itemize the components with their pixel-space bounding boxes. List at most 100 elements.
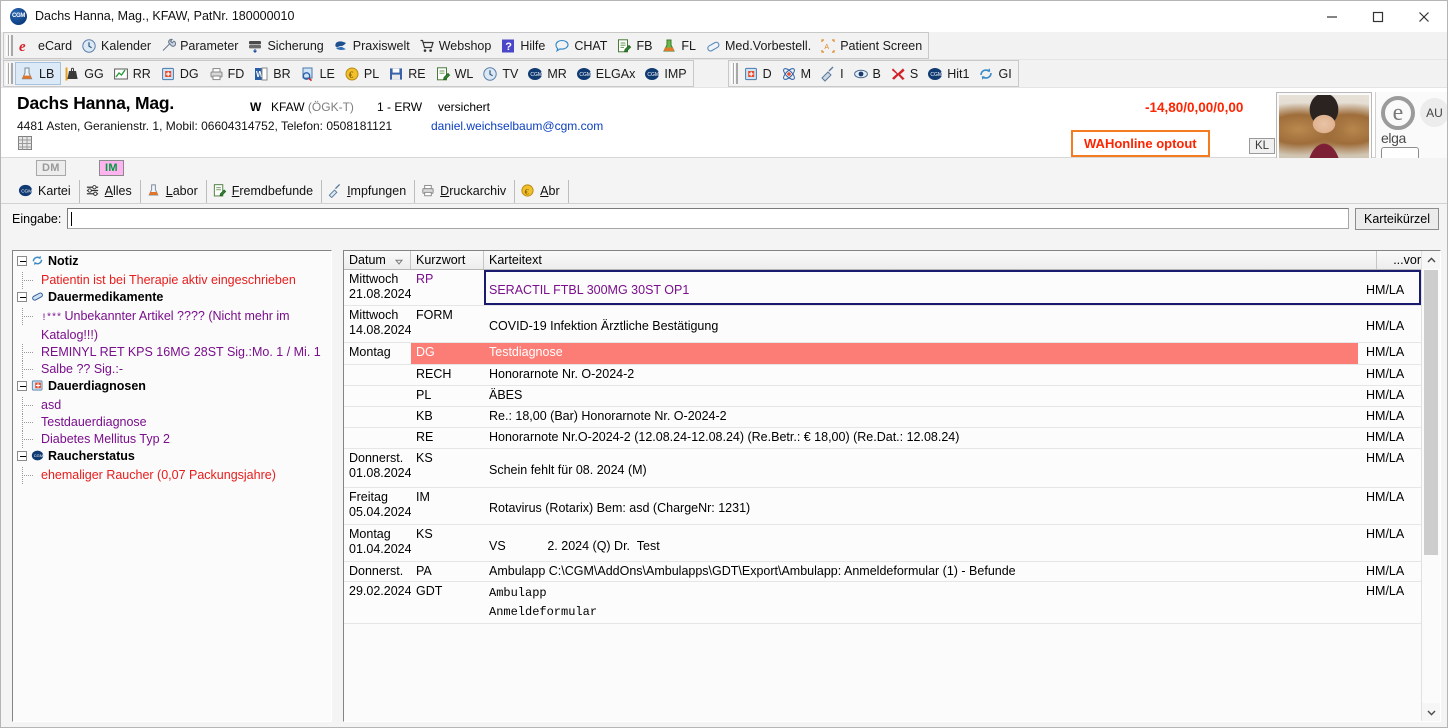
toolbar-item-tv[interactable]: TV — [479, 62, 524, 85]
tree-node-notiz[interactable]: Notiz — [16, 253, 329, 272]
toolbar-item-hit1[interactable]: CGM Hit1 — [924, 62, 975, 85]
toolbar-item-lb[interactable]: LB — [15, 62, 62, 85]
tab-labor[interactable]: Labor — [141, 179, 207, 203]
table-row[interactable]: Montag 01.04.2024 KS VS 2. 2024 (Q) Dr. … — [344, 525, 1421, 562]
tree-node-dauerdiagnosen[interactable]: Dauerdiagnosen — [16, 378, 329, 397]
toolbar-item-chat[interactable]: CHAT — [551, 34, 613, 57]
toolbar-item-m[interactable]: M — [778, 62, 817, 85]
tree-node-raucherstatus[interactable]: CGM Raucherstatus — [16, 448, 329, 467]
tree-leaf-med-1[interactable]: REMINYL RET KPS 16MG 28ST Sig.:Mo. 1 / M… — [16, 344, 329, 361]
tree-leaf-diag-2[interactable]: Diabetes Mellitus Typ 2 — [16, 431, 329, 448]
cell-von: HM/LA — [1366, 564, 1405, 578]
grid-header-kurzwort[interactable]: Kurzwort — [411, 251, 484, 269]
karteikuerzel-button[interactable]: Karteikürzel — [1355, 207, 1439, 230]
toolbar-item-i[interactable]: I — [817, 62, 849, 85]
table-row[interactable]: Donnerst. PA Ambulapp C:\CGM\AddOns\Ambu… — [344, 562, 1421, 582]
collapse-toggle-icon[interactable] — [17, 256, 27, 266]
toolbar-item-sicherung[interactable]: Sicherung — [244, 34, 329, 57]
tree-leaf-diag-0[interactable]: asd — [16, 397, 329, 414]
tree-leaf-notiz-0[interactable]: Patientin ist bei Therapie aktiv eingesc… — [16, 272, 329, 289]
toolbar-item-hilfe[interactable]: ? Hilfe — [497, 34, 551, 57]
scroll-down-icon[interactable] — [1422, 703, 1440, 721]
tab-label: Impfungen — [347, 184, 407, 198]
toolbar-item-webshop[interactable]: Webshop — [416, 34, 498, 57]
collapse-toggle-icon[interactable] — [17, 451, 27, 461]
tab-abr[interactable]: € Abr — [515, 179, 569, 203]
toolbar-item-fd[interactable]: FD — [205, 62, 251, 85]
table-grid-icon[interactable] — [18, 136, 32, 153]
toolbar-item-br[interactable]: W BR — [250, 62, 296, 85]
patient-summary-tree[interactable]: Notiz Patientin ist bei Therapie aktiv e… — [12, 250, 332, 722]
tree-leaf-med-2[interactable]: Salbe ?? Sig.:- — [16, 361, 329, 378]
toolbar-item-fl[interactable]: FL — [658, 34, 702, 57]
tree-leaf-med-0[interactable]: !*** Unbekannter Artikel ???? (Nicht meh… — [16, 308, 329, 344]
toolbar-item-mr[interactable]: CGM MR — [524, 62, 572, 85]
chart-icon — [113, 66, 129, 82]
toolbar-grip[interactable] — [6, 35, 13, 56]
im-button[interactable]: IM — [99, 160, 124, 176]
toolbar-item-parameter[interactable]: Parameter — [157, 34, 244, 57]
patient-photo[interactable] — [1276, 92, 1372, 164]
grid-header-datum[interactable]: Datum — [344, 251, 411, 269]
toolbar-grip[interactable] — [6, 63, 13, 84]
maximize-icon[interactable] — [1355, 1, 1401, 32]
kartei-grid[interactable]: Datum Kurzwort Karteitext ...von Mittwoc… — [343, 250, 1441, 722]
table-row[interactable]: PL ÄBES HM/LA — [344, 386, 1421, 407]
close-icon[interactable] — [1401, 1, 1447, 32]
minimize-icon[interactable] — [1309, 1, 1355, 32]
tree-leaf-raucher-0[interactable]: ehemaliger Raucher (0,07 Packungsjahre) — [16, 467, 329, 484]
au-badge[interactable]: AU — [1420, 98, 1447, 127]
tab-kartei[interactable]: CGM Kartei — [12, 179, 80, 203]
toolbar-item-gg[interactable]: GG — [61, 62, 109, 85]
table-row[interactable]: Freitag 05.04.2024 IM Rotavirus (Rotarix… — [344, 488, 1421, 525]
table-row[interactable]: Mittwoch 21.08.2024 RP SERACTIL FTBL 300… — [344, 270, 1421, 306]
table-row[interactable]: 29.02.2024 GDT Ambulapp Anmeldeformular … — [344, 582, 1421, 624]
kl-button[interactable]: KL — [1249, 138, 1276, 154]
toolbar-item-b[interactable]: B — [850, 62, 887, 85]
grid-header-karteitext[interactable]: Karteitext — [484, 251, 1377, 269]
toolbar-item-med-vorbestell[interactable]: Med.Vorbestell. — [702, 34, 817, 57]
toolbar-item-dg[interactable]: DG — [157, 62, 205, 85]
tab-label: Alles — [104, 184, 132, 198]
tab-druckarchiv[interactable]: Druckarchiv — [415, 179, 516, 203]
toolbar-item-d[interactable]: D — [740, 62, 778, 85]
collapse-toggle-icon[interactable] — [17, 292, 27, 302]
eingabe-input[interactable] — [67, 208, 1349, 229]
toolbar-item-pl[interactable]: € PL — [341, 62, 385, 85]
svg-text:CGM: CGM — [531, 72, 543, 78]
toolbar-grip[interactable] — [730, 63, 738, 84]
collapse-toggle-icon[interactable] — [17, 381, 27, 391]
toolbar-item-rr[interactable]: RR — [110, 62, 157, 85]
grid-vertical-scrollbar[interactable] — [1421, 251, 1440, 721]
tree-node-dauermedikamente[interactable]: Dauermedikamente — [16, 289, 329, 308]
table-row[interactable]: Mittwoch 14.08.2024 FORM COVID-19 Infekt… — [344, 306, 1421, 343]
toolbar-item-le[interactable]: LE — [297, 62, 341, 85]
wahonline-optout-badge[interactable]: WAHonline optout — [1071, 130, 1210, 157]
panel-splitter[interactable] — [332, 250, 343, 722]
table-row[interactable]: Montag DG Testdiagnose HM/LA — [344, 343, 1421, 365]
patient-email-link[interactable]: daniel.weichselbaum@cgm.com — [431, 119, 603, 133]
toolbar-item-imp[interactable]: CGM IMP — [641, 62, 692, 85]
table-row[interactable]: RECH Honorarnote Nr. O-2024-2 HM/LA — [344, 365, 1421, 386]
table-row[interactable]: Donnerst. 01.08.2024 KS Schein fehlt für… — [344, 449, 1421, 488]
toolbar-item-kalender[interactable]: Kalender — [78, 34, 157, 57]
toolbar-item-re[interactable]: RE — [385, 62, 431, 85]
toolbar-item-s[interactable]: S — [887, 62, 924, 85]
scroll-up-icon[interactable] — [1422, 251, 1440, 269]
tab-alles[interactable]: Alles — [80, 179, 141, 203]
toolbar-item-wl[interactable]: WL — [432, 62, 480, 85]
tree-leaf-diag-1[interactable]: Testdauerdiagnose — [16, 414, 329, 431]
scrollbar-thumb[interactable] — [1424, 270, 1438, 555]
toolbar-item-gi[interactable]: GI — [975, 62, 1017, 85]
table-row[interactable]: KB Re.: 18,00 (Bar) Honorarnote Nr. O-20… — [344, 407, 1421, 428]
tab-impfungen[interactable]: Impfungen — [322, 179, 416, 203]
toolbar-item-patient-screen[interactable]: A Patient Screen — [817, 34, 928, 57]
table-row[interactable]: RE Honorarnote Nr.O-2024-2 (12.08.24-12.… — [344, 428, 1421, 449]
svg-text:CGM: CGM — [579, 72, 591, 78]
toolbar-item-fb[interactable]: FB — [613, 34, 658, 57]
toolbar-item-elgax[interactable]: CGM ELGAx — [573, 62, 642, 85]
tab-fremdbefunde[interactable]: Fremdbefunde — [207, 179, 323, 203]
dm-button[interactable]: DM — [36, 160, 66, 176]
toolbar-item-praxiswelt[interactable]: Praxiswelt — [330, 34, 416, 57]
toolbar-item-ecard[interactable]: e eCard — [15, 34, 78, 57]
